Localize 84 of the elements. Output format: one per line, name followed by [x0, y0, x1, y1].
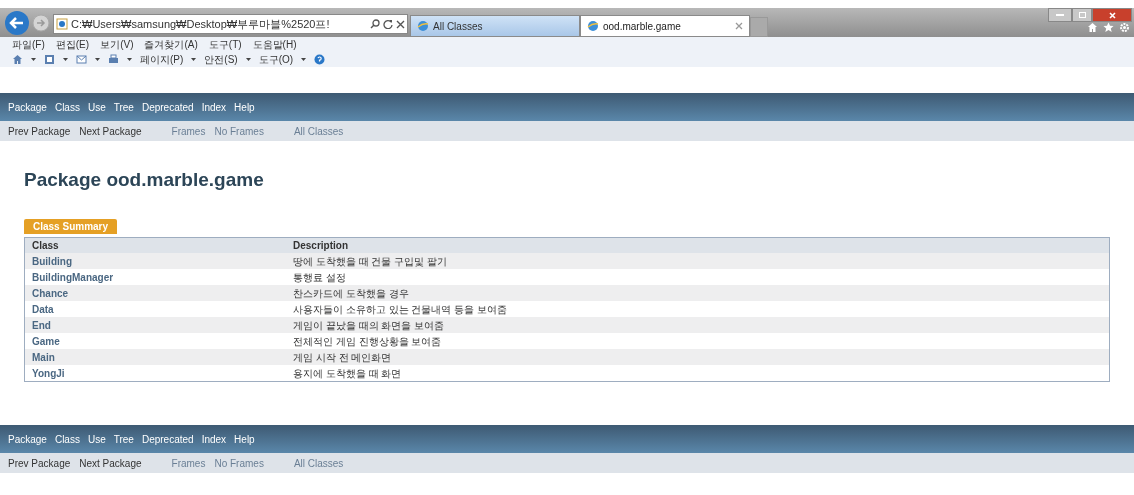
address-bar[interactable]: C:₩Users₩samsung₩Desktop₩부루마블%2520프! [53, 14, 408, 34]
address-text: C:₩Users₩samsung₩Desktop₩부루마블%2520프! [71, 16, 331, 32]
nav-link[interactable]: Next Package [79, 455, 142, 471]
close-button[interactable] [1092, 8, 1132, 22]
refresh-icon[interactable] [383, 19, 393, 29]
nav-link[interactable]: All Classes [293, 123, 344, 139]
browser-tab[interactable]: ood.marble.game [580, 15, 750, 37]
home-icon[interactable] [1087, 22, 1098, 33]
command-menu[interactable]: 도구(O) [258, 51, 294, 67]
caret-icon[interactable] [95, 57, 100, 61]
settings-icon[interactable] [1119, 22, 1130, 33]
table-cell-text: 전체적인 게임 진행상황을 보여줌 [293, 334, 443, 349]
home-icon[interactable] [12, 53, 23, 65]
nav-link[interactable]: Frames [171, 123, 206, 139]
nav-link[interactable]: No Frames [214, 455, 264, 471]
help-icon[interactable] [314, 53, 326, 65]
globe-icon [587, 20, 599, 32]
caret-icon[interactable] [63, 57, 68, 61]
table-cell-text: 용지에 도착했을 때 화면 [293, 366, 403, 381]
star-icon[interactable] [1103, 22, 1114, 33]
nav-link[interactable]: Deprecated [141, 431, 194, 447]
command-menu[interactable]: 페이지(P) [140, 51, 184, 67]
nav-link[interactable]: Help [234, 431, 255, 447]
nav-link[interactable]: Index [201, 99, 227, 115]
menu-item[interactable]: 즐겨찾기(A) [144, 36, 198, 52]
tab-label: ood.marble.game [603, 19, 682, 34]
type-name-link[interactable]: BuildingManager [25, 269, 293, 285]
nav-link[interactable]: Frames [171, 455, 206, 471]
nav-link[interactable]: Package [8, 431, 47, 447]
table-cell-text: 게임 시작 전 메인화면 [293, 350, 393, 365]
menu-item[interactable]: 도움말(H) [252, 36, 297, 52]
nav-link[interactable]: Prev Package [8, 455, 71, 471]
maximize-button[interactable] [1072, 8, 1092, 22]
menu-item[interactable]: 편집(E) [55, 36, 90, 52]
minimize-button[interactable] [1048, 8, 1072, 22]
nav-link[interactable]: Class [54, 431, 80, 447]
caret-icon[interactable] [31, 57, 36, 61]
close-icon [1108, 11, 1116, 19]
nav-link[interactable]: Prev Package [8, 123, 71, 139]
table-cell-text: 찬스카드에 도착했을 경우 [293, 286, 410, 301]
type-name-link[interactable]: Main [25, 349, 293, 365]
nav-link[interactable]: Use [87, 99, 106, 115]
nav-link[interactable]: Class [54, 99, 80, 115]
menu-item[interactable]: 파일(F) [12, 36, 45, 52]
column-header: Class [31, 239, 60, 253]
caret-icon[interactable] [301, 57, 307, 61]
nav-link[interactable]: Index [201, 431, 227, 447]
command-menu[interactable]: 안전(S) [204, 51, 238, 67]
caret-icon[interactable] [191, 57, 197, 61]
caret-icon[interactable] [127, 57, 132, 61]
table-cell-text: 사용자들이 소유하고 있는 건물내역 등을 보여줌 [293, 302, 508, 317]
type-name-link[interactable]: End [25, 317, 293, 333]
nav-link[interactable]: Help [234, 99, 255, 115]
browser-tab[interactable]: All Classes [410, 15, 580, 37]
type-name-link[interactable]: Data [25, 301, 293, 317]
printer-icon[interactable] [108, 53, 119, 65]
type-name-link[interactable]: Game [25, 333, 293, 349]
nav-link[interactable]: Next Package [79, 123, 142, 139]
table-cell-text: 게임이 끝났을 때의 화면을 보여줌 [293, 318, 446, 333]
nav-link[interactable]: Package [8, 99, 47, 115]
nav-link[interactable]: Tree [113, 431, 134, 447]
nav-link[interactable]: Use [87, 431, 106, 447]
type-name-link[interactable]: Chance [25, 285, 293, 301]
nav-link[interactable]: Deprecated [141, 99, 194, 115]
caret-icon[interactable] [245, 57, 251, 61]
table-cell-text: 땅에 도착했을 때 건물 구입및 팔기 [293, 254, 448, 269]
nav-link[interactable]: All Classes [293, 455, 344, 471]
search-icon[interactable] [370, 19, 380, 29]
type-name-link[interactable]: YongJi [25, 365, 293, 381]
menu-item[interactable]: 도구(T) [208, 36, 242, 52]
back-button[interactable] [4, 10, 30, 36]
page-heading: Package ood.marble.game [24, 168, 265, 192]
feed-icon[interactable] [44, 53, 55, 65]
table-cell-text: 통행료 설정 [293, 270, 347, 285]
page-icon [56, 18, 68, 30]
nav-link[interactable]: No Frames [214, 123, 264, 139]
globe-icon [417, 20, 429, 32]
close-icon[interactable] [396, 19, 405, 29]
tab-label: All Classes [433, 19, 484, 34]
column-header: Description [293, 239, 349, 253]
type-name-link[interactable]: Building [25, 253, 293, 269]
menu-item[interactable]: 보기(V) [100, 36, 134, 52]
nav-link[interactable]: Tree [113, 99, 134, 115]
mail-icon[interactable] [76, 53, 87, 65]
